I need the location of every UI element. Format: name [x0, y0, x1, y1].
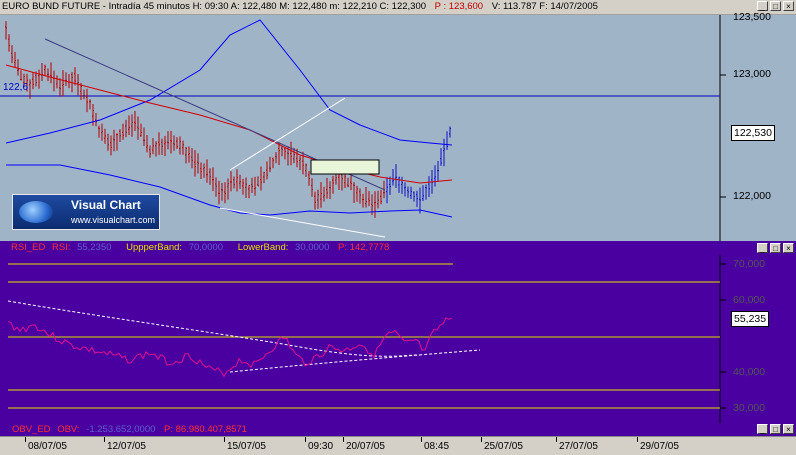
rsi-axis-area — [720, 255, 796, 423]
rsi-pane — [0, 255, 796, 423]
date-label: 12/07/05 — [107, 441, 146, 452]
date-label: 27/07/05 — [559, 441, 598, 452]
date-tick — [224, 437, 225, 442]
obv-indicator-name: OBV_ED — [12, 424, 51, 435]
date-axis: 08/07/05 12/07/05 15/07/05 09:30 20/07/0… — [0, 436, 796, 455]
upper-band-value: 70,0000 — [188, 242, 224, 253]
logo-url: www.visualchart.com — [71, 215, 156, 225]
window-title-p: P : 123,600 — [434, 1, 484, 12]
left-price-label: 122,6 — [3, 82, 29, 93]
rsi-close-button[interactable]: × — [783, 243, 794, 253]
obv-minimize-button[interactable]: _ — [757, 424, 768, 434]
rsi-pane-header: RSI_ED RSI: 55,2350 UppperBand: 70,0000 … — [0, 241, 796, 255]
obv-pane-header: OBV_ED OBV: -1.253.652,0000 P: 86.980.40… — [0, 423, 796, 436]
price-label-top: 123,500 — [733, 11, 771, 23]
minimize-button[interactable]: _ — [757, 1, 768, 11]
obv-p-value: P: 86.980.407,8571 — [164, 424, 247, 435]
rsi-maximize-button[interactable]: □ — [770, 243, 781, 253]
lower-band-label: LowerBand: — [237, 242, 289, 253]
upper-band-label: UppperBand: — [126, 242, 183, 253]
date-label: 15/07/05 — [227, 441, 266, 452]
rsi-pane-window-buttons: _ □ × — [757, 243, 794, 253]
date-tick — [104, 437, 105, 442]
lower-band-value: 30,0000 — [295, 242, 330, 253]
date-label: 29/07/05 — [640, 441, 679, 452]
price-pane-window-buttons: _ □ × — [757, 1, 794, 11]
rsi-label-60: 60,000 — [733, 294, 766, 306]
date-label: 25/07/05 — [484, 441, 523, 452]
obv-pane-window-buttons: _ □ × — [757, 424, 794, 434]
obv-maximize-button[interactable]: □ — [770, 424, 781, 434]
rsi-label: RSI: — [51, 242, 71, 253]
date-tick — [343, 437, 344, 442]
rsi-current-value-box: 55,235 — [731, 311, 770, 327]
obv-value: -1.253.652,0000 — [86, 424, 156, 435]
logo-title: Visual Chart — [71, 198, 141, 212]
rsi-indicator-name: RSI_ED — [11, 242, 46, 253]
date-label: 08/07/05 — [28, 441, 67, 452]
rsi-label-40: 40,000 — [733, 366, 766, 378]
title-bar: EURO BUND FUTURE - Intradía 45 minutos H… — [0, 0, 796, 15]
rsi-value: 55,2350 — [77, 242, 112, 253]
date-tick — [25, 437, 26, 442]
rsi-plot-area — [0, 255, 720, 423]
window-title-rest: V: 113.787 F: 14/07/2005 — [491, 1, 598, 12]
rsi-minimize-button[interactable]: _ — [757, 243, 768, 253]
maximize-button[interactable]: □ — [770, 1, 781, 11]
chart-window: EURO BUND FUTURE - Intradía 45 minutos H… — [0, 0, 796, 455]
globe-icon — [19, 201, 53, 223]
date-tick — [421, 437, 422, 442]
rsi-p-value: P: 142,7778 — [338, 242, 390, 253]
date-tick — [305, 437, 306, 442]
date-tick — [556, 437, 557, 442]
current-price-box: 122,530 — [731, 125, 775, 141]
obv-label: OBV: — [57, 424, 80, 435]
time-label: 08:45 — [424, 441, 450, 452]
rsi-label-70: 70,000 — [733, 258, 766, 270]
visual-chart-logo: Visual Chart www.visualchart.com — [12, 194, 160, 230]
date-tick — [481, 437, 482, 442]
price-label-122000: 122,000 — [733, 190, 771, 202]
obv-close-button[interactable]: × — [783, 424, 794, 434]
close-button[interactable]: × — [783, 1, 794, 11]
date-tick — [637, 437, 638, 442]
highlight-box — [310, 159, 380, 175]
window-title: EURO BUND FUTURE - Intradía 45 minutos H… — [2, 1, 427, 12]
time-label: 09:30 — [308, 441, 334, 452]
rsi-label-30: 30,000 — [733, 402, 766, 414]
price-label-123000: 123,000 — [733, 68, 771, 80]
date-label: 20/07/05 — [346, 441, 385, 452]
